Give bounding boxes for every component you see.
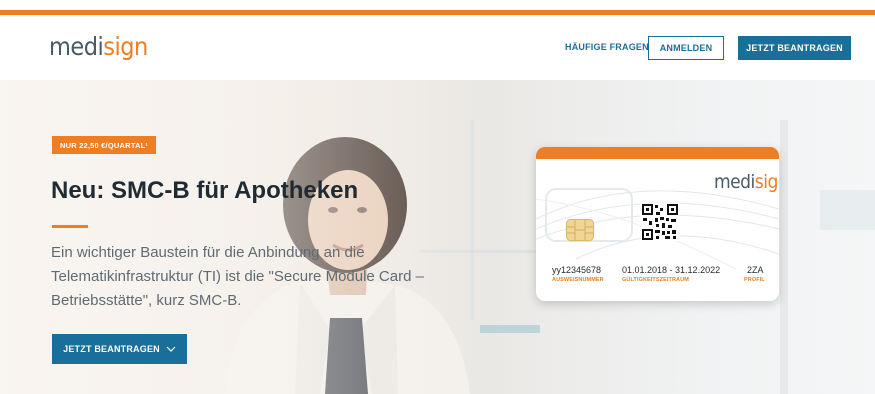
site-header: medisign HÄUFIGE FRAGEN ANMELDEN JETZT B… bbox=[0, 15, 875, 80]
login-button[interactable]: ANMELDEN bbox=[648, 36, 724, 60]
hero-apply-label: JETZT BEANTRAGEN bbox=[63, 344, 160, 354]
apply-now-button[interactable]: JETZT BEANTRAGEN bbox=[738, 36, 851, 60]
price-badge: NUR 22,50 €/QUARTAL¹ bbox=[52, 136, 157, 154]
hero-section: NUR 22,50 €/QUARTAL¹ Neu: SMC-B für Apot… bbox=[0, 80, 875, 394]
card-id-label: AUSWEISNUMMER bbox=[552, 277, 604, 283]
logo-text-sign: sign bbox=[103, 32, 148, 61]
card-logo-sign: sign bbox=[754, 171, 779, 193]
medisign-logo[interactable]: medisign bbox=[49, 32, 148, 62]
card-logo: medisign bbox=[714, 171, 779, 193]
card-id-number: yy12345678 bbox=[552, 265, 602, 275]
hero-apply-button[interactable]: JETZT BEANTRAGEN bbox=[52, 334, 187, 364]
card-validity: 01.01.2018 - 31.12.2022 bbox=[622, 265, 721, 275]
hero-lead-text: Ein wichtiger Baustein für die Anbindung… bbox=[51, 244, 424, 309]
card-profile: 2ZA bbox=[747, 265, 764, 275]
card-profile-label: PROFIL bbox=[744, 277, 765, 283]
chip-icon bbox=[566, 219, 594, 241]
card-top-stripe bbox=[536, 147, 779, 159]
chevron-down-icon bbox=[166, 345, 176, 354]
logo-text-medi: medi bbox=[49, 32, 104, 61]
qr-code-icon bbox=[641, 203, 679, 241]
page-title: Neu: SMC-B für Apotheken bbox=[51, 177, 359, 204]
smc-b-card-image: medisign yy12345678 AUSWEISNUMMER 01.01.… bbox=[536, 147, 779, 301]
faq-link[interactable]: HÄUFIGE FRAGEN bbox=[565, 42, 649, 52]
title-accent-bar bbox=[52, 225, 88, 228]
card-logo-medi: medi bbox=[714, 171, 755, 193]
card-validity-label: GÜLTIGKEITSZEITRAUM bbox=[622, 277, 689, 283]
